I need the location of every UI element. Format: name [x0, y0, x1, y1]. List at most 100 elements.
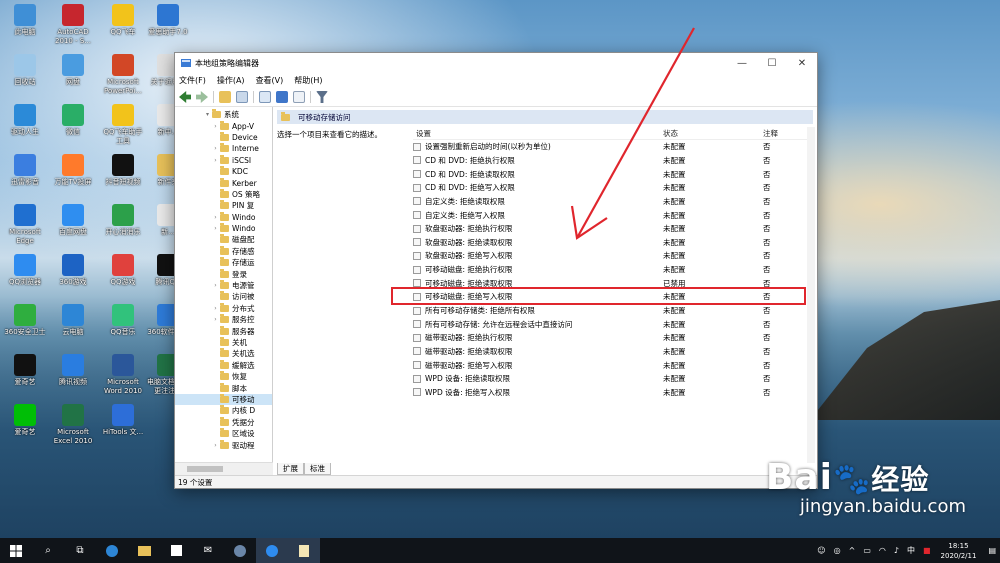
policy-row[interactable]: 软盘驱动器: 拒绝读取权限 未配置 否	[413, 235, 815, 249]
title-bar[interactable]: 本地组策略编辑器 — ☐ ✕	[175, 53, 817, 73]
policy-row[interactable]: WPD 设备: 拒绝读取权限 未配置 否	[413, 372, 815, 386]
task-view-icon[interactable]: ⧉	[64, 538, 96, 563]
desktop-icon[interactable]: 此电脑	[2, 4, 48, 37]
tree-node[interactable]: 凭据分	[175, 416, 272, 428]
search-icon[interactable]: ⌕	[32, 538, 64, 563]
volume-icon[interactable]: ♪	[894, 546, 899, 555]
tree-node[interactable]: › Windo	[175, 211, 272, 223]
desktop-icon[interactable]: 百度网盘	[50, 204, 96, 237]
tree-node[interactable]: PIN 复	[175, 200, 272, 211]
chevron-icon[interactable]: ›	[211, 282, 220, 289]
chevron-icon[interactable]: ▾	[203, 111, 212, 118]
column-state[interactable]: 状态	[663, 128, 763, 139]
tree-node[interactable]: 缓解选	[175, 359, 272, 371]
tree-node[interactable]: 关机选	[175, 348, 272, 359]
tab-standard[interactable]: 标准	[304, 463, 331, 475]
tree-node[interactable]: 存储感	[175, 245, 272, 257]
policy-row[interactable]: 所有可移动存储类: 拒绝所有权限 未配置 否	[413, 304, 815, 318]
desktop-icon[interactable]: QQ飞车	[100, 4, 146, 37]
edge-icon[interactable]	[96, 538, 128, 563]
tree-node[interactable]: 存储运	[175, 257, 272, 268]
desktop-icon[interactable]: QQ音乐	[100, 304, 146, 337]
minimize-button[interactable]: —	[727, 53, 757, 73]
policy-row[interactable]: 自定义类: 拒绝写入权限 未配置 否	[413, 208, 815, 222]
policy-row[interactable]: CD 和 DVD: 拒绝读取权限 未配置 否	[413, 167, 815, 181]
tree-node[interactable]: 脚本	[175, 382, 272, 393]
desktop-icon[interactable]: 抖音短视频	[100, 154, 146, 187]
network-icon[interactable]: ◎	[834, 546, 841, 555]
desktop-icon[interactable]: 微信	[50, 104, 96, 137]
desktop-icon[interactable]: 开心消消乐	[100, 204, 146, 237]
desktop-icon[interactable]: 云电脑	[50, 304, 96, 337]
policy-row[interactable]: WPD 设备: 拒绝写入权限 未配置 否	[413, 386, 815, 400]
tree-node[interactable]: 关机	[175, 337, 272, 348]
navigation-tree[interactable]: ▾ 系统 › App-V Device › Interne › iSCSI KDC Kerber OS…	[175, 107, 273, 475]
notepad-icon[interactable]	[288, 538, 320, 563]
desktop-icon[interactable]: AutoCAD 2010 - S...	[50, 4, 96, 46]
qq-browser-icon[interactable]	[256, 538, 288, 563]
policy-row[interactable]: CD 和 DVD: 拒绝执行权限 未配置 否	[413, 154, 815, 168]
desktop-icon[interactable]: 回收站	[2, 54, 48, 87]
app-icon[interactable]	[224, 538, 256, 563]
desktop-icon[interactable]: HiTools 文...	[100, 404, 146, 437]
menu-help[interactable]: 帮助(H)	[294, 75, 322, 86]
tree-node[interactable]: 磁盘配	[175, 234, 272, 245]
export-list-icon[interactable]	[259, 91, 271, 103]
policy-row[interactable]: 软盘驱动器: 拒绝执行权限 未配置 否	[413, 222, 815, 236]
tree-node[interactable]: › Interne	[175, 143, 272, 154]
up-folder-icon[interactable]	[219, 91, 231, 103]
tree-node[interactable]: OS 策略	[175, 188, 272, 200]
clock[interactable]: 18:15 2020/2/11	[941, 541, 977, 561]
policy-row[interactable]: CD 和 DVD: 拒绝写入权限 未配置 否	[413, 181, 815, 195]
desktop-icon[interactable]: Microsoft Excel 2010	[50, 404, 96, 446]
tree-node[interactable]: Kerber	[175, 177, 272, 188]
tab-extended[interactable]: 扩展	[277, 463, 304, 475]
policy-row[interactable]: 软盘驱动器: 拒绝写入权限 未配置 否	[413, 249, 815, 263]
desktop-icon[interactable]: QQ飞车助手工具	[100, 104, 146, 146]
menu-view[interactable]: 查看(V)	[256, 75, 284, 86]
people-icon[interactable]: ☺	[817, 546, 825, 555]
help-icon[interactable]	[276, 91, 288, 103]
tree-node[interactable]: › Windo	[175, 223, 272, 234]
mail-icon[interactable]: ✉	[192, 538, 224, 563]
close-button[interactable]: ✕	[787, 53, 817, 73]
desktop-icon[interactable]: 腾讯视频	[50, 354, 96, 387]
desktop-icon[interactable]: 爱奇艺	[2, 354, 48, 387]
tree-node[interactable]: › iSCSI	[175, 154, 272, 166]
policy-row[interactable]: 磁带驱动器: 拒绝读取权限 未配置 否	[413, 345, 815, 359]
tree-node[interactable]: 访问被	[175, 291, 272, 302]
column-comment[interactable]: 注释	[763, 128, 813, 139]
tree-node[interactable]: 可移动	[175, 393, 272, 406]
menu-action[interactable]: 操作(A)	[217, 75, 245, 86]
tree-node[interactable]: 登录	[175, 268, 272, 279]
filter-icon[interactable]	[316, 91, 328, 103]
tree-node[interactable]: KDC	[175, 166, 272, 177]
policy-row[interactable]: 所有可移动存储: 允许在远程会话中直接访问 未配置 否	[413, 317, 815, 331]
tree-node[interactable]: › 服务控	[175, 314, 272, 325]
desktop-icon[interactable]: 爱思助手7.0	[145, 4, 191, 37]
desktop-icon[interactable]: 360游戏	[50, 254, 96, 287]
desktop-icon[interactable]: QQ浏览器	[2, 254, 48, 287]
tree-node[interactable]: 恢复	[175, 371, 272, 382]
back-arrow-icon[interactable]	[179, 91, 191, 103]
forward-arrow-icon[interactable]	[196, 91, 208, 103]
chevron-icon[interactable]: ›	[211, 145, 220, 152]
chevron-icon[interactable]: ›	[211, 316, 220, 323]
show-hide-tree-icon[interactable]	[236, 91, 248, 103]
tree-node[interactable]: › App-V	[175, 120, 272, 131]
file-explorer-icon[interactable]	[128, 538, 160, 563]
list-vertical-scrollbar[interactable]	[807, 127, 815, 463]
desktop-icon[interactable]: 万能TV投屏	[50, 154, 96, 187]
tree-node[interactable]: › 电源管	[175, 280, 272, 291]
policy-row[interactable]: 磁带驱动器: 拒绝写入权限 未配置 否	[413, 358, 815, 372]
desktop-icon[interactable]: 360安全卫士	[2, 304, 48, 337]
chevron-icon[interactable]: ›	[211, 123, 220, 130]
policy-row[interactable]: 自定义类: 拒绝读取权限 未配置 否	[413, 195, 815, 209]
tree-node[interactable]: Device	[175, 131, 272, 143]
menu-file[interactable]: 文件(F)	[179, 75, 206, 86]
tree-node[interactable]: ▾ 系统	[175, 109, 272, 120]
desktop-icon[interactable]: Microsoft Edge	[2, 204, 48, 246]
input-method[interactable]: 中	[907, 545, 915, 556]
desktop-icon[interactable]: Microsoft Word 2010	[100, 354, 146, 396]
antivirus-icon[interactable]: ■	[923, 546, 931, 555]
